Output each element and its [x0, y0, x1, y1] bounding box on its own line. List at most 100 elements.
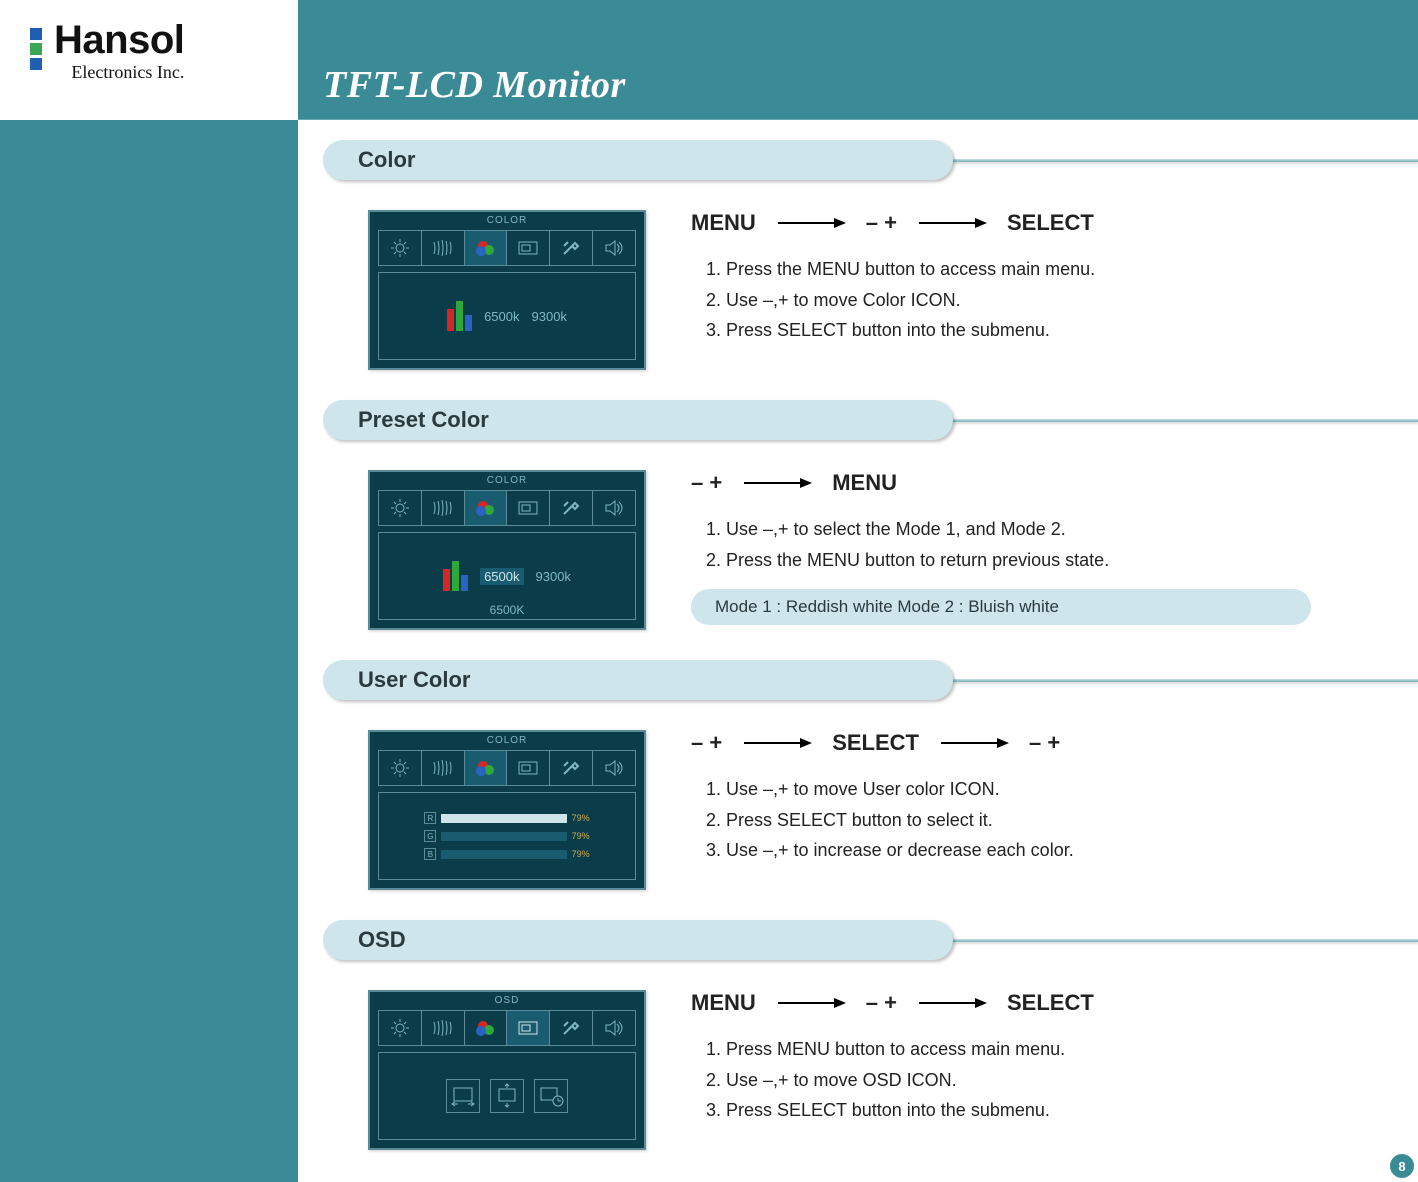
- osd-vpos-icon: [490, 1079, 524, 1113]
- main-content: Color COLOR 6500k 9300k: [298, 120, 1418, 1182]
- color-icon: [465, 491, 508, 525]
- nav-select-label: SELECT: [1007, 210, 1094, 236]
- brand-logo-icon: [30, 28, 46, 70]
- step-item: 3. Press SELECT button into the submenu.: [706, 315, 1418, 346]
- arrow-icon: [939, 736, 1009, 750]
- step-item: 1. Use –,+ to select the Mode 1, and Mod…: [706, 514, 1418, 545]
- steps-list: 1. Use –,+ to select the Mode 1, and Mod…: [691, 514, 1418, 575]
- arrow-icon: [776, 996, 846, 1010]
- brightness-icon: [379, 491, 422, 525]
- osd-screenshot-preset: COLOR 6500k 9300k: [368, 470, 646, 630]
- steps-list: 1. Use –,+ to move User color ICON. 2. P…: [691, 774, 1418, 866]
- tools-icon: [550, 231, 593, 265]
- speaker-icon: [593, 231, 635, 265]
- speaker-icon: [593, 491, 635, 525]
- section-heading: Preset Color: [323, 400, 953, 440]
- section-rule: [943, 939, 1418, 942]
- osd-lower-panel: R79% G79% B79%: [378, 792, 636, 880]
- speaker-icon: [593, 1011, 635, 1045]
- page-header: TFT-LCD Monitor: [298, 0, 1418, 120]
- instructions-color: MENU – + SELECT 1. Press the MENU button…: [691, 210, 1418, 370]
- nav-flow: MENU – + SELECT: [691, 990, 1418, 1016]
- color-temp-2: 9300k: [536, 569, 571, 584]
- geometry-icon: [422, 751, 465, 785]
- brightness-icon: [379, 231, 422, 265]
- section-body-color: COLOR 6500k 9300k MENU: [323, 192, 1418, 400]
- screen-icon: [507, 751, 550, 785]
- slider-bar: [441, 832, 566, 841]
- osd-lower-panel: 6500k 9300k: [378, 272, 636, 360]
- arrow-icon: [742, 736, 812, 750]
- color-temp-1-selected: 6500k: [480, 568, 523, 585]
- section-rule: [943, 159, 1418, 162]
- steps-list: 1. Press MENU button to access main menu…: [691, 1034, 1418, 1126]
- section-header-osd: OSD: [323, 920, 1418, 960]
- steps-list: 1. Press the MENU button to access main …: [691, 254, 1418, 346]
- mode-note: Mode 1 : Reddish white Mode 2 : Bluish w…: [691, 589, 1311, 625]
- step-item: 2. Use –,+ to move Color ICON.: [706, 285, 1418, 316]
- arrow-icon: [742, 476, 812, 490]
- nav-menu-label: MENU: [832, 470, 897, 496]
- color-icon: [465, 751, 508, 785]
- osd-icon-row: [378, 750, 636, 786]
- section-header-color: Color: [323, 140, 1418, 180]
- slider-bar: [441, 814, 566, 823]
- color-icon: [465, 231, 508, 265]
- osd-timer-icon: [534, 1079, 568, 1113]
- nav-plusminus-label: – +: [866, 210, 897, 236]
- channel-b-icon: B: [424, 848, 436, 860]
- page-title: TFT-LCD Monitor: [323, 63, 626, 107]
- arrow-icon: [917, 216, 987, 230]
- geometry-icon: [422, 1011, 465, 1045]
- nav-plusminus-label: – +: [1029, 730, 1060, 756]
- step-item: 2. Press SELECT button to select it.: [706, 805, 1418, 836]
- osd-lower-panel: 6500k 9300k 6500K: [378, 532, 636, 620]
- color-temp-1: 6500k: [484, 309, 519, 324]
- osd-sub-label: 6500K: [379, 603, 635, 617]
- section-rule: [943, 679, 1418, 682]
- screen-icon: [507, 1011, 550, 1045]
- nav-plusminus-label: – +: [866, 990, 897, 1016]
- brightness-icon: [379, 1011, 422, 1045]
- logo-area: Hansol Electronics Inc.: [0, 0, 298, 120]
- slider-value: 79%: [572, 849, 590, 859]
- screen-icon: [507, 491, 550, 525]
- section-body-preset: COLOR 6500k 9300k: [323, 452, 1418, 660]
- step-item: 2. Use –,+ to move OSD ICON.: [706, 1065, 1418, 1096]
- osd-icon-row: [378, 230, 636, 266]
- section-rule: [943, 419, 1418, 422]
- page-number: 8: [1390, 1154, 1414, 1178]
- nav-menu-label: MENU: [691, 210, 756, 236]
- step-item: 3. Press SELECT button into the submenu.: [706, 1095, 1418, 1126]
- step-item: 1. Press the MENU button to access main …: [706, 254, 1418, 285]
- nav-flow: – + MENU: [691, 470, 1418, 496]
- step-item: 2. Press the MENU button to return previ…: [706, 545, 1418, 576]
- instructions-user: – + SELECT – + 1. Use –,+ to move User c…: [691, 730, 1418, 890]
- instructions-osd: MENU – + SELECT 1. Press MENU button to …: [691, 990, 1418, 1150]
- section-body-user: COLOR R79% G79% B79% – + SE: [323, 712, 1418, 920]
- osd-submenu-icons: [446, 1079, 568, 1113]
- slider-r: R 79%: [424, 812, 589, 824]
- nav-plusminus-label: – +: [691, 470, 722, 496]
- screen-icon: [507, 231, 550, 265]
- color-temp-2: 9300k: [532, 309, 567, 324]
- color-bars-icon: [443, 561, 468, 591]
- slider-value: 79%: [572, 813, 590, 823]
- slider-b: B 79%: [424, 848, 589, 860]
- section-header-user: User Color: [323, 660, 1418, 700]
- nav-menu-label: MENU: [691, 990, 756, 1016]
- color-bars-icon: [447, 301, 472, 331]
- osd-icon-row: [378, 1010, 636, 1046]
- osd-title: COLOR: [370, 735, 644, 746]
- channel-r-icon: R: [424, 812, 436, 824]
- tools-icon: [550, 1011, 593, 1045]
- brand-logo: Hansol Electronics Inc.: [30, 20, 184, 83]
- brightness-icon: [379, 751, 422, 785]
- nav-flow: – + SELECT – +: [691, 730, 1418, 756]
- osd-screenshot-color: COLOR 6500k 9300k: [368, 210, 646, 370]
- brand-name: Hansol: [54, 20, 184, 60]
- osd-title: COLOR: [370, 215, 644, 226]
- tools-icon: [550, 751, 593, 785]
- nav-plusminus-label: – +: [691, 730, 722, 756]
- geometry-icon: [422, 491, 465, 525]
